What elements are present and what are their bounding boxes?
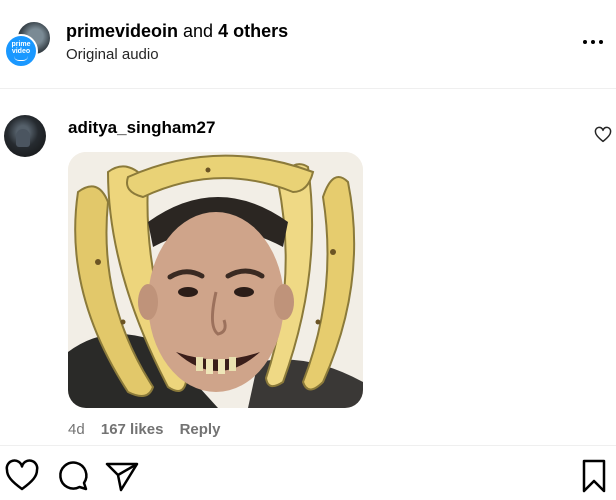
comment-meta: 4d 167 likes Reply <box>68 421 220 438</box>
avatar-logo-text-2: video <box>11 48 31 55</box>
more-dot <box>591 40 595 44</box>
prime-video-avatar: prime video <box>4 34 38 68</box>
bookmark-icon[interactable] <box>576 458 612 494</box>
banana-face-illustration <box>68 152 363 408</box>
prime-smile-icon <box>14 56 28 61</box>
author-joiner: and <box>178 21 219 41</box>
audio-label[interactable]: Original audio <box>66 46 159 63</box>
heart-icon[interactable] <box>4 458 40 494</box>
comment-bubble-icon[interactable] <box>54 458 90 494</box>
reel-comments-panel: prime video primevideoin and 4 others Or… <box>0 0 616 500</box>
post-header: prime video primevideoin and 4 others Or… <box>0 0 616 89</box>
commenter-avatar[interactable] <box>4 115 46 157</box>
comment-age: 4d <box>68 421 85 438</box>
paper-plane-icon[interactable] <box>104 458 140 494</box>
other-authors-link[interactable]: 4 others <box>218 21 288 41</box>
reply-button[interactable]: Reply <box>180 421 221 438</box>
more-dot <box>599 40 603 44</box>
commenter-username[interactable]: aditya_singham27 <box>68 118 215 138</box>
comment-likes[interactable]: 167 likes <box>101 421 164 438</box>
more-dot <box>583 40 587 44</box>
more-options-icon[interactable] <box>578 30 608 54</box>
author-username[interactable]: primevideoin <box>66 21 178 41</box>
comment-sticker-image <box>68 152 363 408</box>
collab-avatars[interactable]: prime video <box>4 20 52 68</box>
post-authors: primevideoin and 4 others <box>66 21 288 42</box>
avatar-logo-text-1: prime <box>11 41 31 48</box>
avatar-figure <box>16 129 30 147</box>
heart-outline-icon[interactable] <box>594 126 612 144</box>
divider <box>0 445 616 446</box>
